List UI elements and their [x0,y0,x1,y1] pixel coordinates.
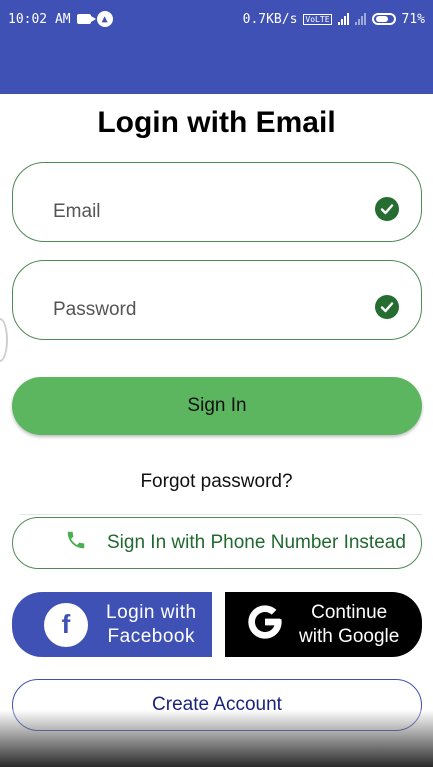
phone-icon [65,529,87,557]
signal-icon [337,13,349,25]
facebook-button-label: Login with Facebook [106,601,197,649]
password-field[interactable]: Password [12,260,422,340]
status-left: 10:02 AM ▲ [8,11,113,27]
app-notification-icon: ▲ [96,11,113,27]
page-title: Login with Email [97,106,336,139]
battery-percent: 71% [401,11,425,27]
forgot-password-link[interactable]: Forgot password? [0,467,433,497]
google-label-line1: Continue [311,601,388,623]
google-login-button[interactable]: Continue with Google [225,592,422,657]
volte-icon: VoLTE [303,13,332,25]
check-icon [375,197,399,221]
status-time: 10:02 AM [8,11,71,27]
password-placeholder: Password [53,299,137,320]
facebook-icon: f [44,602,88,647]
google-label-line2: with Google [299,625,400,647]
status-right: 0.7KB/s VoLTE 71% [243,12,425,27]
create-account-button[interactable]: Create Account [12,679,422,731]
status-bar: 10:02 AM ▲ 0.7KB/s VoLTE 71% [0,0,433,38]
signal-weak-icon [354,13,366,25]
video-camera-icon [76,14,96,24]
network-speed: 0.7KB/s [242,11,298,27]
edge-indicator [0,318,8,362]
check-icon [375,295,399,319]
facebook-login-button[interactable]: f Login with Facebook [12,592,212,657]
email-placeholder: Email [53,201,101,222]
divider [20,514,422,515]
facebook-label-line1: Login with [106,601,197,623]
facebook-label-line2: Facebook [107,625,195,647]
app-bar [0,38,433,94]
email-field[interactable]: Email [12,162,422,242]
google-button-label: Continue with Google [299,601,399,649]
google-icon [245,602,285,647]
phone-button-label: Sign In with Phone Number Instead [107,532,406,553]
battery-icon [371,13,396,25]
sign-in-button[interactable]: Sign In [12,377,422,435]
phone-sign-in-button[interactable]: Sign In with Phone Number Instead [12,517,422,569]
